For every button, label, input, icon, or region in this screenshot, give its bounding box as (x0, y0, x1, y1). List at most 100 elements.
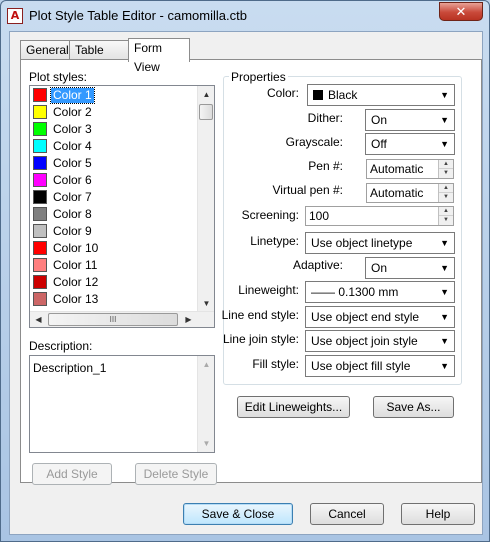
virtual-pen-spinner[interactable]: Automatic ▲ ▼ (366, 183, 454, 203)
plot-style-item-label: Color 8 (53, 207, 92, 221)
plot-style-list-item[interactable]: Color 2 (31, 104, 196, 121)
plot-style-list-item[interactable]: Color 4 (31, 138, 196, 155)
color-swatch (313, 90, 323, 100)
scroll-left-arrow-icon[interactable]: ◀ (30, 311, 47, 327)
line-join-style-label: Line join style: (222, 332, 299, 346)
tab-table-view[interactable]: Table View (69, 40, 129, 76)
plot-style-item-label: Color 5 (53, 156, 92, 170)
pen-number-spinner[interactable]: Automatic ▲ ▼ (366, 159, 454, 179)
chevron-down-icon: ▼ (440, 263, 449, 273)
color-swatch (33, 258, 47, 272)
vertical-scroll-thumb[interactable] (199, 104, 213, 120)
screening-spinner[interactable]: 100 ▲ ▼ (305, 206, 454, 226)
line-end-style-label: Line end style: (221, 308, 299, 322)
adaptive-dropdown[interactable]: On ▼ (365, 257, 455, 279)
grayscale-label: Grayscale: (285, 135, 343, 149)
spin-up-icon[interactable]: ▲ (439, 160, 453, 169)
grayscale-value: Off (371, 137, 387, 151)
screening-label: Screening: (241, 208, 299, 222)
chevron-down-icon: ▼ (440, 312, 449, 322)
edit-lineweights-button[interactable]: Edit Lineweights... (237, 396, 350, 418)
color-swatch (33, 292, 47, 306)
spin-up-icon[interactable]: ▲ (439, 184, 453, 193)
spin-up-icon[interactable]: ▲ (439, 207, 453, 216)
plot-styles-list[interactable]: Color 1 Color 2 Color 3 Color 4 Color 5 Color… (29, 85, 215, 328)
dither-dropdown[interactable]: On ▼ (365, 109, 455, 131)
color-swatch (33, 207, 47, 221)
color-swatch (33, 241, 47, 255)
plot-style-item-label: Color 1 (50, 87, 95, 104)
plot-style-list-item[interactable]: Color 7 (31, 189, 196, 206)
color-swatch (33, 156, 47, 170)
line-end-style-dropdown[interactable]: Use object end style ▼ (305, 306, 455, 328)
line-join-style-dropdown[interactable]: Use object join style ▼ (305, 330, 455, 352)
plot-style-list-item[interactable]: Color 9 (31, 223, 196, 240)
description-value: Description_1 (33, 361, 107, 375)
plot-style-item-label: Color 3 (53, 122, 92, 136)
chevron-down-icon: ▼ (440, 336, 449, 346)
fill-style-dropdown[interactable]: Use object fill style ▼ (305, 355, 455, 377)
color-dropdown[interactable]: Black ▼ (307, 84, 455, 106)
virtual-pen-value: Automatic (370, 186, 424, 200)
add-style-button[interactable]: Add Style (32, 463, 112, 485)
title-bar[interactable]: A Plot Style Table Editor - camomilla.ct… (1, 1, 489, 31)
plot-style-list-item[interactable]: Color 6 (31, 172, 196, 189)
color-label: Color: (266, 86, 299, 100)
plot-style-list-item[interactable]: Color 8 (31, 206, 196, 223)
horizontal-scroll-thumb[interactable]: III (48, 313, 178, 326)
delete-style-button[interactable]: Delete Style (135, 463, 217, 485)
color-swatch (33, 275, 47, 289)
color-swatch (33, 190, 47, 204)
plot-styles-horizontal-scrollbar[interactable]: ◀ III ▶ (30, 311, 214, 327)
scroll-right-arrow-icon[interactable]: ▶ (180, 311, 197, 327)
plot-styles-vertical-scrollbar[interactable]: ▲ ▼ (197, 86, 214, 312)
line-join-style-value: Use object join style (311, 334, 418, 348)
grayscale-dropdown[interactable]: Off ▼ (365, 133, 455, 155)
chevron-down-icon: ▼ (440, 287, 449, 297)
plot-style-list-item[interactable]: Color 1 (31, 87, 196, 104)
save-and-close-button[interactable]: Save & Close (183, 503, 293, 525)
plot-style-item-label: Color 7 (53, 190, 92, 204)
scroll-up-arrow-icon[interactable]: ▲ (198, 86, 214, 103)
plot-style-list-item[interactable]: Color 3 (31, 121, 196, 138)
linetype-dropdown[interactable]: Use object linetype ▼ (305, 232, 455, 254)
color-swatch (33, 122, 47, 136)
dither-label: Dither: (307, 111, 343, 125)
spin-down-icon[interactable]: ▼ (439, 193, 453, 202)
plot-style-list-item[interactable]: Color 12 (31, 274, 196, 291)
fill-style-value: Use object fill style (311, 359, 411, 373)
adaptive-label: Adaptive: (292, 258, 343, 272)
plot-style-item-label: Color 12 (53, 275, 99, 289)
plot-style-list-item[interactable]: Color 5 (31, 155, 196, 172)
help-button[interactable]: Help (401, 503, 475, 525)
description-scroll-down-icon[interactable]: ▼ (198, 435, 215, 452)
close-window-button[interactable]: ✕ (439, 2, 483, 21)
autocad-app-icon: A (7, 8, 23, 24)
plot-style-list-item[interactable]: Color 11 (31, 257, 196, 274)
plot-style-list-item[interactable]: Color 13 (31, 291, 196, 308)
pen-number-label: Pen #: (308, 159, 343, 173)
spin-down-icon[interactable]: ▼ (439, 169, 453, 178)
description-textarea[interactable]: Description_1 ▲ ▼ (29, 355, 215, 453)
lineweight-dropdown[interactable]: —— 0.1300 mm ▼ (305, 281, 455, 303)
save-as-button[interactable]: Save As... (373, 396, 454, 418)
description-scroll-up-icon[interactable]: ▲ (198, 356, 215, 373)
tab-form-view[interactable]: Form View (128, 38, 190, 74)
plot-style-item-label: Color 13 (53, 292, 99, 306)
screening-value: 100 (309, 209, 330, 223)
plot-style-item-label: Color 11 (53, 258, 98, 272)
virtual-pen-label: Virtual pen #: (272, 183, 344, 197)
description-scrollbar[interactable]: ▲ ▼ (197, 356, 214, 452)
scroll-down-arrow-icon[interactable]: ▼ (198, 295, 214, 312)
plot-style-item-label: Color 4 (53, 139, 92, 153)
linetype-label: Linetype: (250, 234, 299, 248)
spin-down-icon[interactable]: ▼ (439, 216, 453, 225)
cancel-button[interactable]: Cancel (310, 503, 384, 525)
plot-style-item-label: Color 10 (53, 241, 99, 255)
chevron-down-icon: ▼ (440, 139, 449, 149)
line-end-style-value: Use object end style (311, 310, 420, 324)
properties-group-title: Properties (229, 70, 288, 84)
color-value: Black (328, 88, 358, 102)
tab-general[interactable]: General (20, 40, 70, 60)
plot-style-list-item[interactable]: Color 10 (31, 240, 196, 257)
